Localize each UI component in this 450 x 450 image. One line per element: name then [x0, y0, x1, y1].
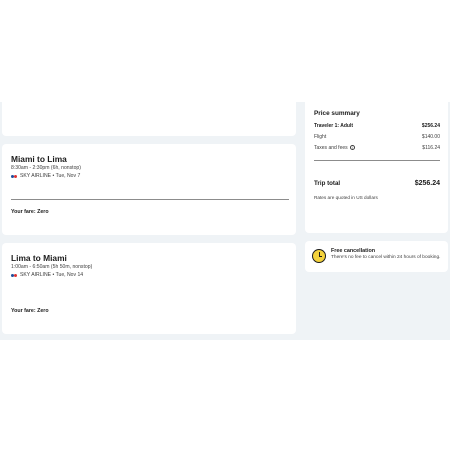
price-summary-title: Price summary	[314, 110, 360, 117]
divider	[11, 199, 289, 200]
info-icon[interactable]: i	[349, 145, 355, 151]
trip-total-row: Trip total $256.24	[314, 180, 440, 187]
price-summary-card: Price summary Traveler 1: Adult $256.24 …	[305, 96, 448, 233]
previous-card	[2, 96, 296, 136]
flight-airline: SKY AIRLINE • Tue, Nov 14	[11, 272, 83, 278]
taxes-row: Taxes and fees i $116.24	[314, 145, 440, 151]
traveler-row: Traveler 1: Adult $256.24	[314, 123, 440, 129]
cancellation-title: Free cancellation	[331, 248, 376, 254]
trip-total-amount: $256.24	[414, 180, 440, 187]
flight-airline-label: SKY AIRLINE • Tue, Nov 7	[20, 173, 81, 179]
flight-times: 1:00am - 6:50am (5h 50m, nonstop)	[11, 264, 93, 270]
divider	[314, 160, 440, 161]
flight-card-outbound: Miami to Lima 8:30am - 2:30pm (6h, nonst…	[2, 144, 296, 235]
sky-airline-logo-icon	[11, 273, 18, 278]
clock-icon	[312, 249, 326, 263]
sky-airline-logo-icon	[11, 174, 18, 179]
flight-airline-label: SKY AIRLINE • Tue, Nov 14	[20, 272, 84, 278]
currency-note: Rates are quoted in US dollars	[314, 195, 378, 200]
flight-route: Miami to Lima	[11, 154, 67, 164]
flight-times: 8:30am - 2:30pm (6h, nonstop)	[11, 165, 81, 171]
flight-price-label: Flight	[314, 134, 327, 140]
traveler-amount: $256.24	[421, 123, 440, 129]
flight-price-row: Flight $140.00	[314, 134, 440, 140]
flight-price-amount: $140.00	[421, 134, 440, 140]
trip-total-label: Trip total	[314, 180, 341, 187]
flight-fare: Your fare: Zero	[11, 209, 49, 215]
traveler-label: Traveler 1: Adult	[314, 123, 353, 129]
flight-route: Lima to Miami	[11, 253, 67, 263]
flight-fare: Your fare: Zero	[11, 308, 49, 314]
flight-card-return: Lima to Miami 1:00am - 6:50am (5h 50m, n…	[2, 243, 296, 334]
taxes-amount: $116.24	[422, 145, 440, 151]
taxes-label: Taxes and fees	[314, 145, 348, 151]
cancellation-text: There's no fee to cancel within 24 hours…	[331, 255, 441, 260]
free-cancellation-card: Free cancellation There's no fee to canc…	[305, 241, 448, 272]
flight-airline: SKY AIRLINE • Tue, Nov 7	[11, 173, 80, 179]
